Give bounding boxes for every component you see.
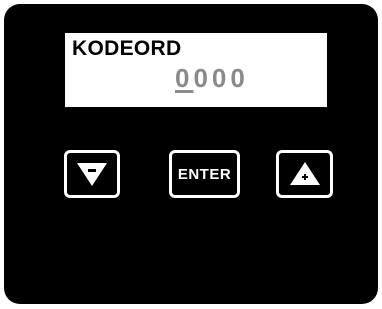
keypad-panel: KODEORD 0000 ENTER — [4, 4, 378, 304]
triangle-up-plus-icon — [289, 162, 320, 185]
code-remaining-digits: 000 — [193, 63, 249, 93]
code-cursor-digit: 0 — [175, 63, 194, 93]
enter-button-label: ENTER — [177, 165, 232, 183]
display-label: KODEORD — [72, 37, 182, 60]
code-value: 0000 — [175, 63, 249, 94]
enter-button[interactable]: ENTER — [169, 150, 240, 198]
down-minus-button[interactable] — [64, 150, 120, 198]
triangle-down-minus-icon — [77, 163, 107, 186]
up-plus-button[interactable] — [276, 150, 333, 198]
lcd-display: KODEORD 0000 — [65, 33, 327, 107]
